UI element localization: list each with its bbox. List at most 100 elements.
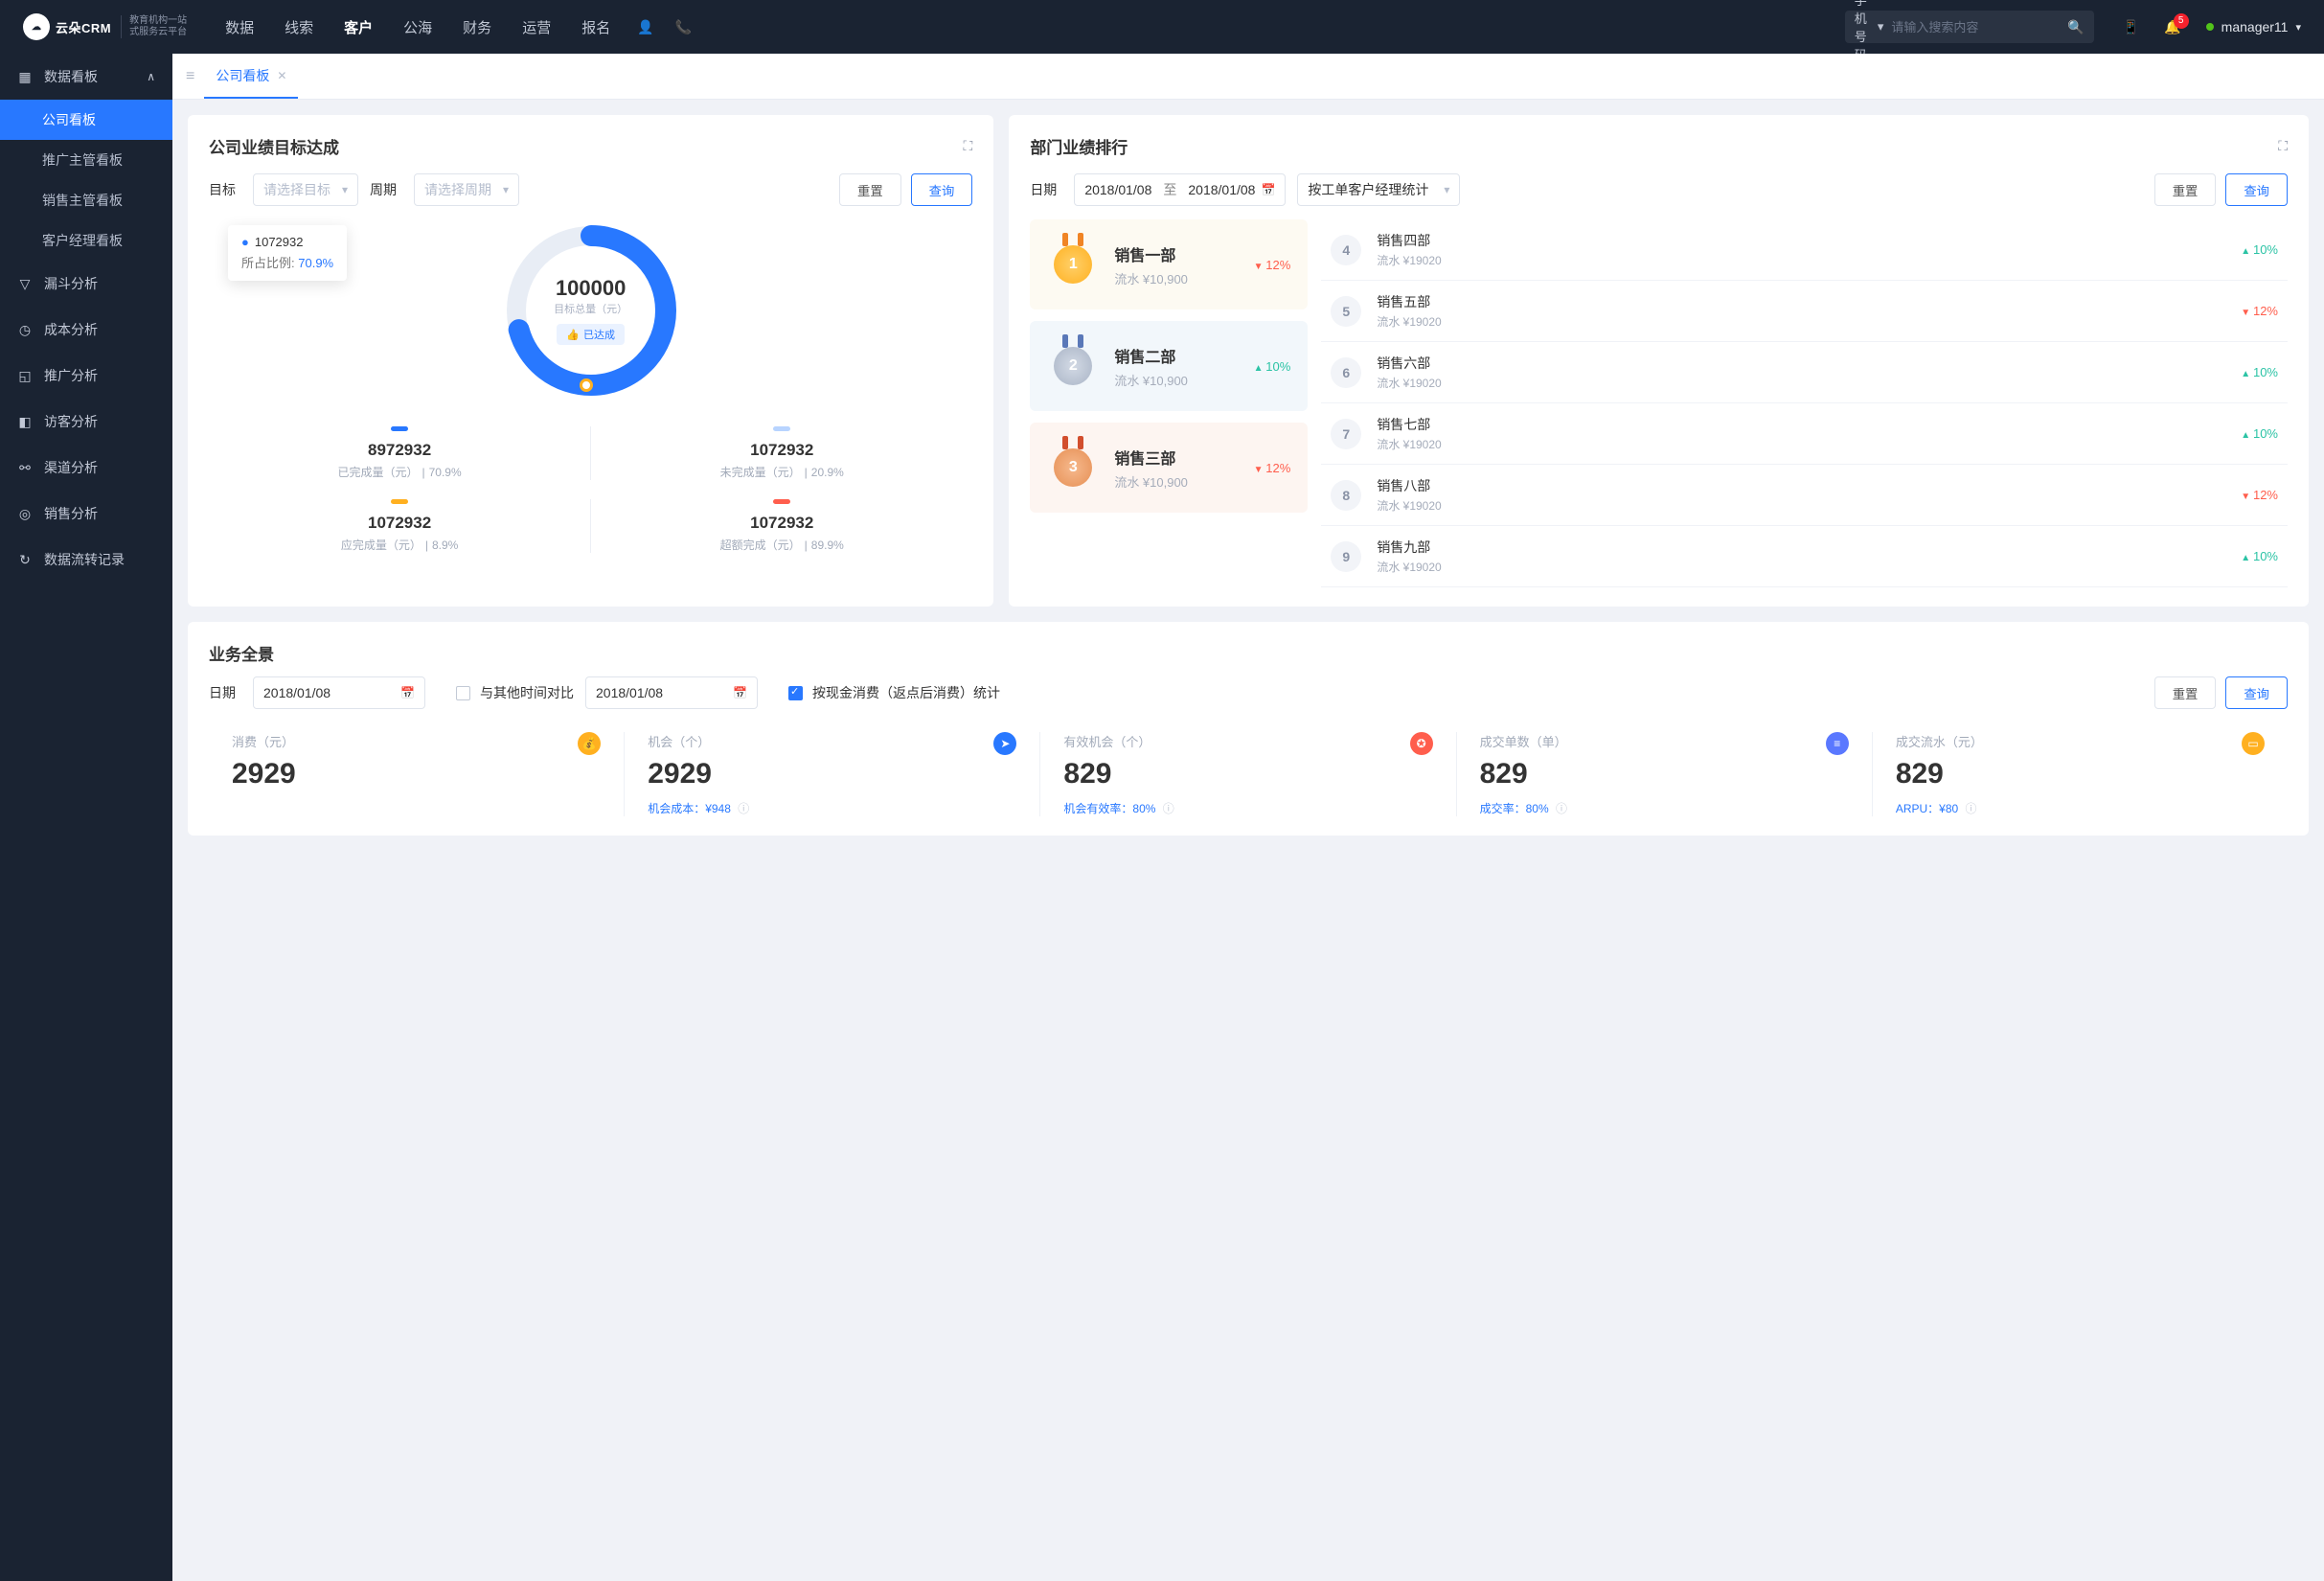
goal-select[interactable]: 请选择目标▾ bbox=[253, 173, 358, 206]
rank-number: 5 bbox=[1331, 296, 1361, 327]
groupby-select[interactable]: 按工单客户经理统计▾ bbox=[1297, 173, 1460, 206]
sidebar-sub-item[interactable]: 客户经理看板 bbox=[0, 220, 172, 261]
rank-amount: 流水 ¥10,900 bbox=[1114, 269, 1188, 287]
date-picker-1[interactable]: 2018/01/08📅 bbox=[253, 676, 425, 709]
query-button[interactable]: 查询 bbox=[2225, 676, 2288, 709]
rank-list-item[interactable]: 8销售八部流水 ¥1902012% bbox=[1321, 465, 2288, 526]
rank-list-item[interactable]: 9销售九部流水 ¥1902010% bbox=[1321, 526, 2288, 587]
reset-button[interactable]: 重置 bbox=[2154, 676, 2217, 709]
help-icon[interactable]: ⓘ bbox=[1966, 802, 1977, 815]
sidebar-sub-item[interactable]: 销售主管看板 bbox=[0, 180, 172, 220]
nav-item[interactable]: 公海 bbox=[403, 17, 432, 37]
hamburger-icon[interactable]: ≡ bbox=[186, 68, 194, 85]
rank-name: 销售七部 bbox=[1377, 415, 2225, 434]
rank-pct-change: 10% bbox=[1254, 359, 1291, 374]
chevron-down-icon: ▾ bbox=[2295, 21, 2301, 34]
rank-name: 销售九部 bbox=[1377, 538, 2225, 557]
card-target-title: 公司业绩目标达成 bbox=[209, 134, 339, 158]
date-label: 日期 bbox=[209, 683, 241, 702]
sidebar-item[interactable]: ▽漏斗分析 bbox=[0, 261, 172, 307]
sidebar-item[interactable]: ◱推广分析 bbox=[0, 353, 172, 399]
nav-item[interactable]: 运营 bbox=[522, 17, 551, 37]
kpi-block: ▭成交流水（元）829ARPU：¥80 ⓘ bbox=[1873, 732, 2288, 816]
sidebar-sub-item[interactable]: 公司看板 bbox=[0, 100, 172, 140]
help-icon[interactable]: ⓘ bbox=[1556, 802, 1567, 815]
top-nav: ☁ 云朵CRM 教育机构一站式服务云平台 数据线索客户公海财务运营报名 👤 📞 … bbox=[0, 0, 2324, 54]
device-icon[interactable]: 📱 bbox=[2123, 19, 2139, 35]
ranking-top3: 1销售一部流水 ¥10,90012%2销售二部流水 ¥10,90010%3销售三… bbox=[1030, 219, 1308, 587]
sidebar-sub-item[interactable]: 推广主管看板 bbox=[0, 140, 172, 180]
ranking-rest: 4销售四部流水 ¥1902010%5销售五部流水 ¥1902012%6销售六部流… bbox=[1321, 219, 2288, 587]
calendar-icon: 📅 bbox=[733, 686, 747, 699]
rank-list-item[interactable]: 4销售四部流水 ¥1902010% bbox=[1321, 219, 2288, 281]
help-icon[interactable]: ⓘ bbox=[738, 802, 749, 815]
rank-top-card[interactable]: 1销售一部流水 ¥10,90012% bbox=[1030, 219, 1308, 309]
medal-icon: 2 bbox=[1047, 340, 1099, 392]
query-button[interactable]: 查询 bbox=[911, 173, 973, 206]
nav-item[interactable]: 客户 bbox=[344, 17, 373, 37]
date-picker-2[interactable]: 2018/01/08📅 bbox=[585, 676, 758, 709]
rank-top-card[interactable]: 3销售三部流水 ¥10,90012% bbox=[1030, 423, 1308, 513]
card-ranking-title: 部门业绩排行 bbox=[1030, 134, 1128, 158]
reset-button[interactable]: 重置 bbox=[839, 173, 901, 206]
compare-checkbox[interactable]: 与其他时间对比 bbox=[456, 683, 574, 702]
tab-company-board[interactable]: 公司看板 ✕ bbox=[204, 54, 298, 99]
reset-button[interactable]: 重置 bbox=[2154, 173, 2217, 206]
sidebar-item[interactable]: ◎销售分析 bbox=[0, 491, 172, 537]
nav-item[interactable]: 线索 bbox=[285, 17, 313, 37]
kpi-block: ➤机会（个）2929机会成本：¥948 ⓘ bbox=[625, 732, 1040, 816]
person-icon[interactable]: 👤 bbox=[637, 19, 653, 35]
rank-list-item[interactable]: 5销售五部流水 ¥1902012% bbox=[1321, 281, 2288, 342]
rank-pct-change: 12% bbox=[2241, 488, 2278, 502]
expand-icon[interactable]: ⛶ bbox=[2278, 138, 2288, 154]
nav-item[interactable]: 数据 bbox=[225, 17, 254, 37]
rank-pct-change: 12% bbox=[2241, 304, 2278, 318]
card-overview: 业务全景 日期 2018/01/08📅 与其他时间对比 2018/01/08📅 … bbox=[188, 622, 2309, 836]
nav-item[interactable]: 财务 bbox=[463, 17, 491, 37]
period-select[interactable]: 请选择周期▾ bbox=[414, 173, 519, 206]
stat-color-bar bbox=[391, 426, 408, 431]
stat-value: 1072932 bbox=[368, 514, 431, 533]
sidebar-item[interactable]: ◷成本分析 bbox=[0, 307, 172, 353]
user-menu[interactable]: manager11 ▾ bbox=[2206, 19, 2301, 34]
calendar-icon: 📅 bbox=[1261, 183, 1275, 196]
rank-amount: 流水 ¥19020 bbox=[1377, 313, 2225, 330]
search-input[interactable] bbox=[1891, 20, 2060, 34]
rank-amount: 流水 ¥10,900 bbox=[1114, 472, 1188, 491]
sidebar-item[interactable]: ⚯渠道分析 bbox=[0, 445, 172, 491]
expand-icon[interactable]: ⛶ bbox=[964, 138, 973, 154]
rank-amount: 流水 ¥19020 bbox=[1377, 252, 2225, 268]
date-range-picker[interactable]: 2018/01/08至2018/01/08 📅 bbox=[1074, 173, 1286, 206]
rank-list-item[interactable]: 6销售六部流水 ¥1902010% bbox=[1321, 342, 2288, 403]
nav-item[interactable]: 报名 bbox=[581, 17, 610, 37]
kpi-subtext: 成交率：80% ⓘ bbox=[1480, 800, 1849, 816]
search-icon[interactable]: 🔍 bbox=[2067, 19, 2084, 35]
sidebar-item-label: 漏斗分析 bbox=[44, 274, 98, 293]
sidebar-parent-dashboards[interactable]: ▦ 数据看板 ∧ bbox=[0, 54, 172, 100]
kpi-subtext: ARPU：¥80 ⓘ bbox=[1896, 800, 2265, 816]
sidebar-item[interactable]: ↻数据流转记录 bbox=[0, 537, 172, 583]
kpi-value: 2929 bbox=[232, 758, 601, 790]
rank-number: 9 bbox=[1331, 541, 1361, 572]
search-box[interactable]: 手机号码▾ 🔍 bbox=[1845, 11, 2094, 43]
rank-list-item[interactable]: 7销售七部流水 ¥1902010% bbox=[1321, 403, 2288, 465]
kpi-icon: ≡ bbox=[1826, 732, 1849, 755]
sidebar-item[interactable]: ◧访客分析 bbox=[0, 399, 172, 445]
kpi-block: ✪有效机会（个）829机会有效率：80% ⓘ bbox=[1040, 732, 1456, 816]
query-button[interactable]: 查询 bbox=[2225, 173, 2288, 206]
kpi-value: 2929 bbox=[648, 758, 1016, 790]
bell-icon[interactable]: 🔔5 bbox=[2164, 19, 2180, 35]
logo[interactable]: ☁ 云朵CRM 教育机构一站式服务云平台 bbox=[23, 13, 187, 40]
stat-block: 1072932应完成量（元）|8.9% bbox=[209, 499, 590, 553]
logo-icon: ☁ bbox=[23, 13, 50, 40]
sidebar-item-icon: ⚯ bbox=[17, 460, 33, 476]
stat-label: 未完成量（元）|20.9% bbox=[720, 464, 844, 480]
rank-pct-change: 12% bbox=[1254, 461, 1291, 475]
close-icon[interactable]: ✕ bbox=[277, 69, 286, 82]
cash-checkbox[interactable]: 按现金消费（返点后消费）统计 bbox=[788, 683, 1000, 702]
phone-icon[interactable]: 📞 bbox=[675, 19, 692, 35]
help-icon[interactable]: ⓘ bbox=[1163, 802, 1174, 815]
rank-top-card[interactable]: 2销售二部流水 ¥10,90010% bbox=[1030, 321, 1308, 411]
card-overview-title: 业务全景 bbox=[209, 641, 274, 665]
medal-icon: 1 bbox=[1047, 239, 1099, 290]
